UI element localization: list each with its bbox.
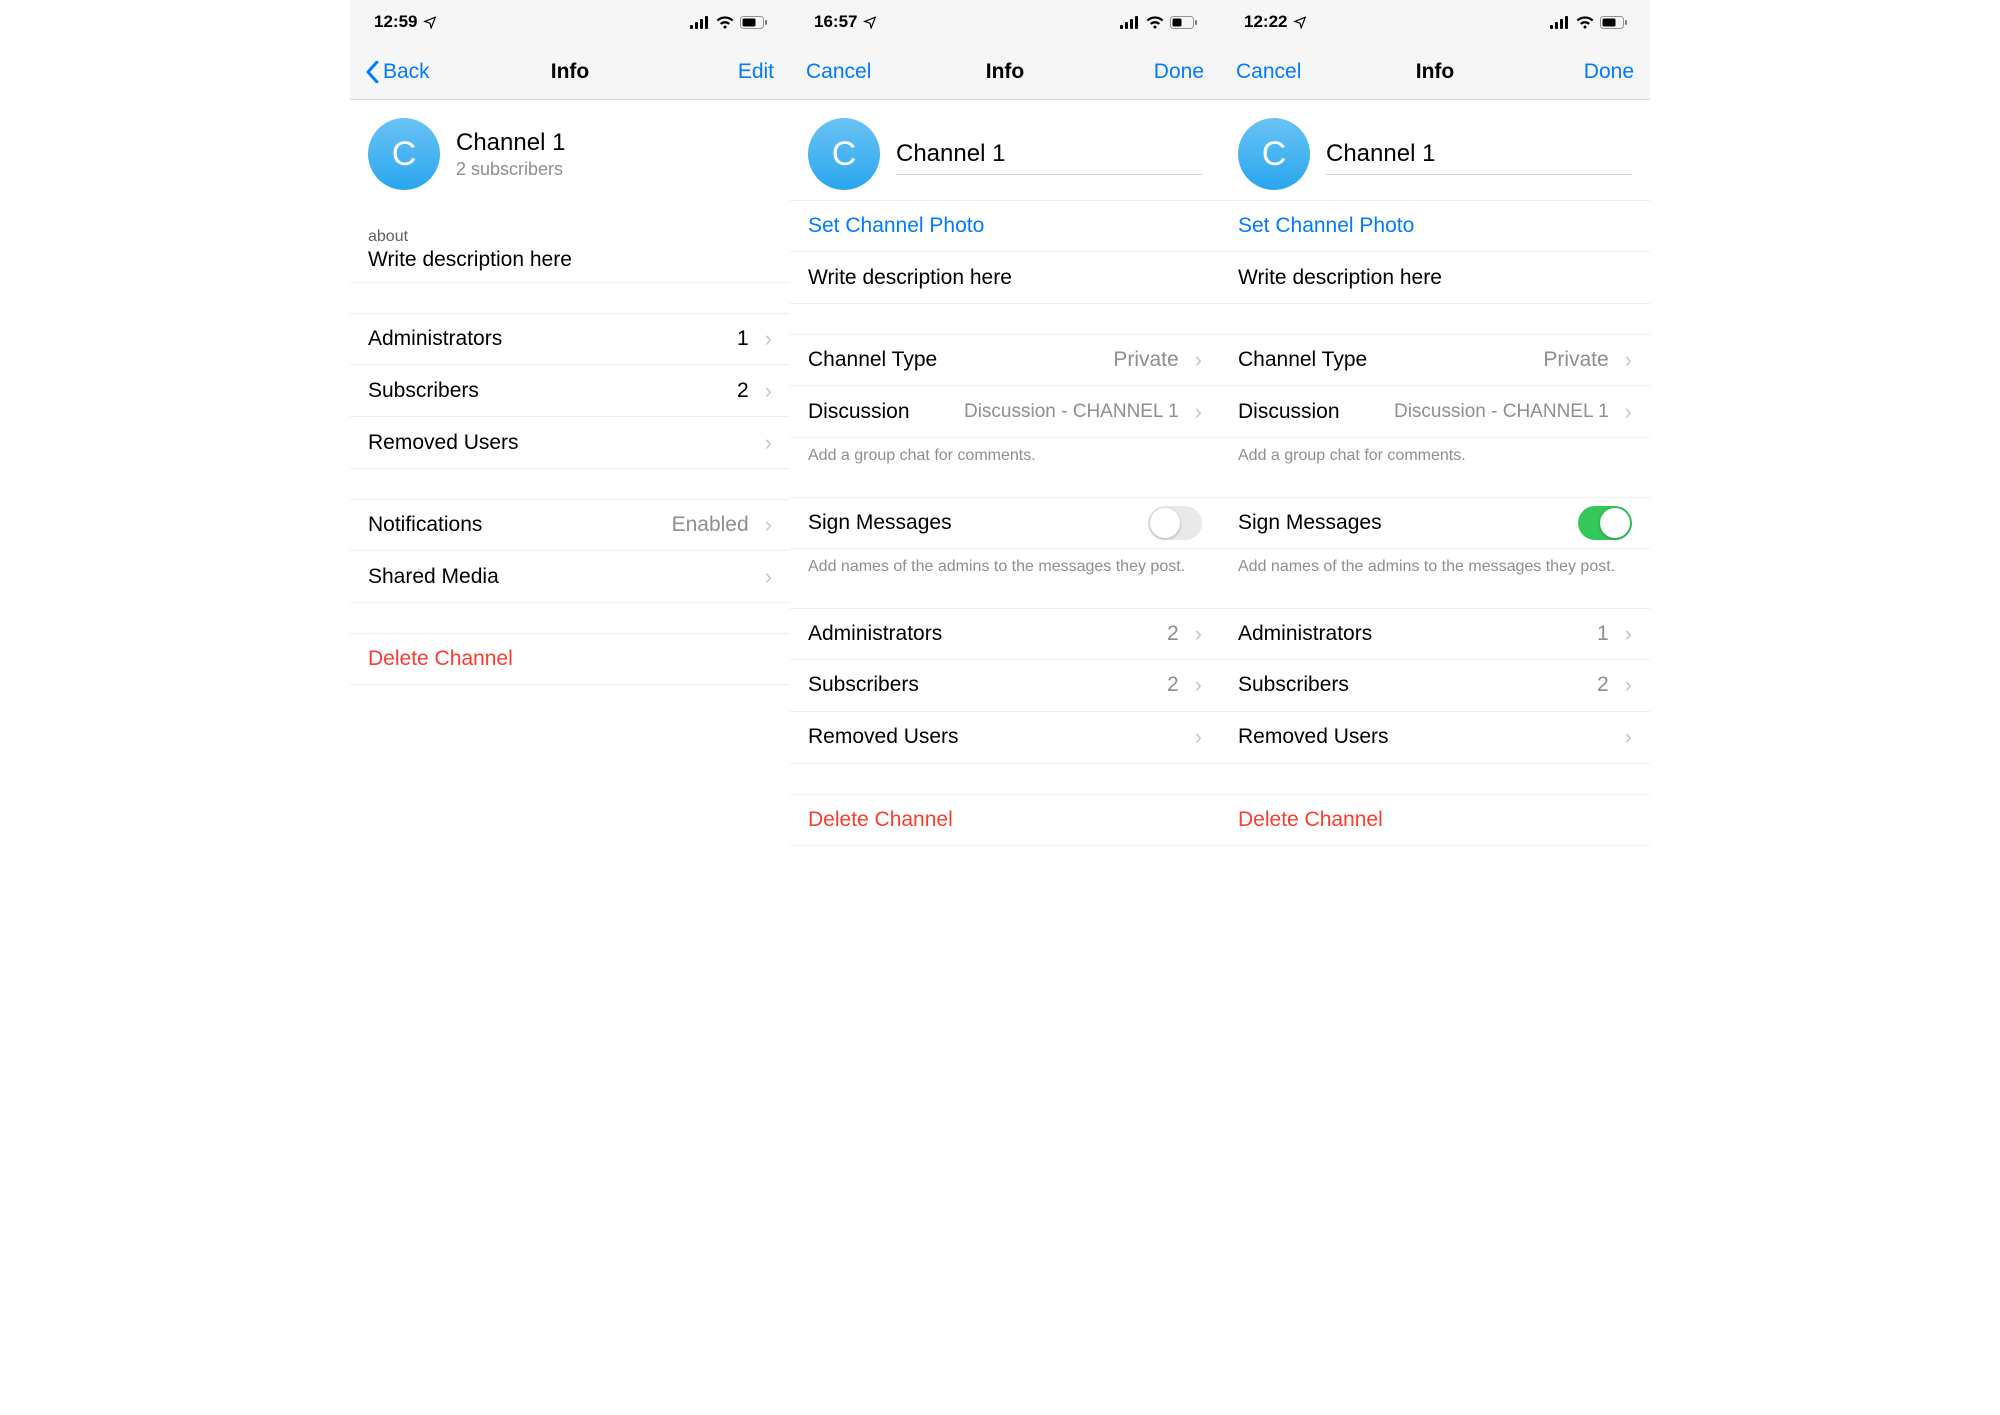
cancel-button[interactable]: Cancel — [1236, 60, 1316, 84]
subscribers-row[interactable]: Subscribers 2 › — [1220, 660, 1650, 712]
discussion-row[interactable]: Discussion Discussion - CHANNEL 1 › — [1220, 386, 1650, 438]
battery-icon — [1170, 16, 1198, 29]
cellular-icon — [690, 16, 710, 29]
nav-bar: Cancel Info Done — [790, 44, 1220, 100]
chevron-right-icon: › — [759, 430, 772, 456]
chevron-right-icon: › — [1189, 399, 1202, 425]
discussion-row[interactable]: Discussion Discussion - CHANNEL 1 › — [790, 386, 1220, 438]
subscribers-row[interactable]: Subscribers 2 › — [350, 365, 790, 417]
nav-bar: Cancel Info Done — [1220, 44, 1650, 100]
cellular-icon — [1550, 16, 1570, 29]
administrators-row[interactable]: Administrators 2 › — [790, 608, 1220, 660]
edit-button[interactable]: Edit — [694, 60, 774, 84]
set-channel-photo-button[interactable]: Set Channel Photo — [790, 200, 1220, 252]
status-bar: 16:57 — [790, 0, 1220, 44]
administrators-row[interactable]: Administrators 1 › — [1220, 608, 1650, 660]
screen-edit-sign-off: 16:57 Cancel Info Done C Set Channel — [790, 0, 1220, 1415]
channel-type-row[interactable]: Channel Type Private › — [790, 334, 1220, 386]
done-button[interactable]: Done — [1554, 60, 1634, 84]
channel-name-input[interactable] — [896, 134, 1202, 175]
delete-channel-button[interactable]: Delete Channel — [1220, 794, 1650, 846]
screen-info-view: 12:59 Back Info Edit C Channel 1 2 — [350, 0, 790, 1415]
location-icon — [863, 15, 877, 29]
status-time: 12:59 — [374, 12, 417, 32]
chevron-right-icon: › — [1619, 672, 1632, 698]
subscribers-row[interactable]: Subscribers 2 › — [790, 660, 1220, 712]
subscribers-count: 2 subscribers — [456, 159, 772, 180]
chevron-right-icon: › — [1189, 672, 1202, 698]
battery-icon — [1600, 16, 1628, 29]
description-input[interactable]: Write description here — [790, 252, 1220, 304]
shared-media-row[interactable]: Shared Media › — [350, 551, 790, 603]
about-label: about — [350, 228, 790, 246]
notifications-row[interactable]: Notifications Enabled › — [350, 499, 790, 551]
status-bar: 12:59 — [350, 0, 790, 44]
chevron-right-icon: › — [759, 564, 772, 590]
removed-users-row[interactable]: Removed Users › — [790, 712, 1220, 764]
set-channel-photo-button[interactable]: Set Channel Photo — [1220, 200, 1650, 252]
delete-channel-button[interactable]: Delete Channel — [790, 794, 1220, 846]
back-label: Back — [383, 60, 430, 84]
status-bar: 12:22 — [1220, 0, 1650, 44]
sign-messages-row: Sign Messages — [1220, 497, 1650, 549]
done-button[interactable]: Done — [1124, 60, 1204, 84]
chevron-right-icon: › — [1189, 724, 1202, 750]
sign-messages-switch[interactable] — [1578, 506, 1632, 540]
administrators-row[interactable]: Administrators 1 › — [350, 313, 790, 365]
discussion-footer: Add a group chat for comments. — [1220, 438, 1650, 467]
chevron-right-icon: › — [1619, 621, 1632, 647]
chevron-right-icon: › — [1189, 347, 1202, 373]
avatar[interactable]: C — [368, 118, 440, 190]
screen-edit-sign-on: 12:22 Cancel Info Done C Set Channel — [1220, 0, 1650, 1415]
sign-footer: Add names of the admins to the messages … — [790, 549, 1220, 578]
chevron-right-icon: › — [759, 378, 772, 404]
description-input[interactable]: Write description here — [1220, 252, 1650, 304]
about-value: Write description here — [350, 246, 790, 283]
removed-users-row[interactable]: Removed Users › — [1220, 712, 1650, 764]
back-button[interactable]: Back — [366, 60, 446, 84]
channel-name: Channel 1 — [456, 129, 772, 157]
chevron-right-icon: › — [1619, 347, 1632, 373]
chevron-right-icon: › — [1189, 621, 1202, 647]
nav-bar: Back Info Edit — [350, 44, 790, 100]
wifi-icon — [1146, 16, 1164, 29]
chevron-right-icon: › — [1619, 724, 1632, 750]
chevron-left-icon — [366, 61, 379, 83]
delete-channel-button[interactable]: Delete Channel — [350, 633, 790, 685]
wifi-icon — [1576, 16, 1594, 29]
chevron-right-icon: › — [1619, 399, 1632, 425]
removed-users-row[interactable]: Removed Users › — [350, 417, 790, 469]
chevron-right-icon: › — [759, 512, 772, 538]
location-icon — [423, 15, 437, 29]
avatar[interactable]: C — [1238, 118, 1310, 190]
chevron-right-icon: › — [759, 326, 772, 352]
location-icon — [1293, 15, 1307, 29]
sign-footer: Add names of the admins to the messages … — [1220, 549, 1650, 578]
sign-messages-switch[interactable] — [1148, 506, 1202, 540]
cellular-icon — [1120, 16, 1140, 29]
cancel-button[interactable]: Cancel — [806, 60, 886, 84]
channel-type-row[interactable]: Channel Type Private › — [1220, 334, 1650, 386]
status-time: 16:57 — [814, 12, 857, 32]
battery-icon — [740, 16, 768, 29]
sign-messages-row: Sign Messages — [790, 497, 1220, 549]
channel-name-input[interactable] — [1326, 134, 1632, 175]
avatar[interactable]: C — [808, 118, 880, 190]
wifi-icon — [716, 16, 734, 29]
discussion-footer: Add a group chat for comments. — [790, 438, 1220, 467]
status-time: 12:22 — [1244, 12, 1287, 32]
